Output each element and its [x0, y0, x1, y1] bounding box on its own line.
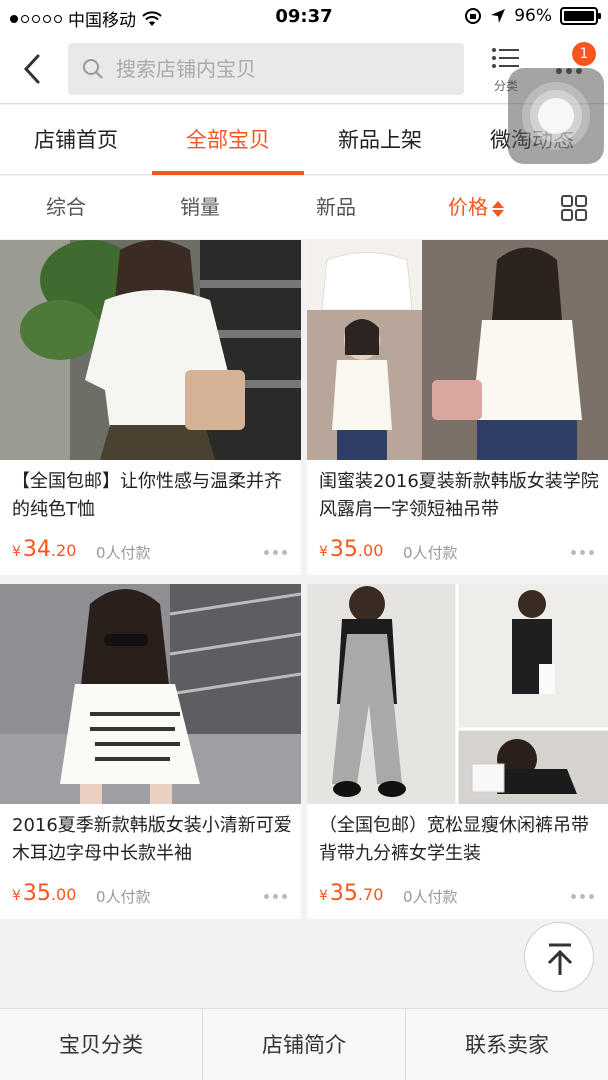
search-input[interactable]	[116, 57, 436, 81]
product-image	[307, 584, 608, 804]
battery-icon	[560, 7, 601, 25]
back-to-top-button[interactable]	[524, 922, 594, 992]
tab-shop-home[interactable]: 店铺首页	[0, 105, 152, 175]
back-arrow-icon[interactable]	[18, 52, 48, 86]
product-card[interactable]: 闺蜜装2016夏装新款韩版女装学院风露肩一字领短袖吊带 ¥35.00 0人付款	[307, 240, 608, 575]
product-image	[0, 584, 301, 804]
product-card[interactable]: 2016夏季新款韩版女装小清新可爱木耳边字母中长款半袖 ¥35.00 0人付款	[0, 584, 301, 919]
search-icon	[83, 59, 103, 79]
status-bar: 中国移动 09:37 96%	[0, 0, 608, 36]
rotation-lock-icon	[465, 8, 482, 24]
sort-bar: 综合 销量 新品 价格	[0, 176, 608, 239]
list-icon	[492, 48, 519, 68]
more-options-icon[interactable]	[264, 894, 287, 899]
product-title[interactable]: 2016夏季新款韩版女装小清新可爱木耳边字母中长款半袖	[12, 812, 292, 868]
sales-count: 0人付款	[403, 544, 458, 562]
bottom-bar: 宝贝分类 店铺简介 联系卖家	[0, 1008, 608, 1080]
sales-count: 0人付款	[96, 888, 151, 906]
product-image	[0, 240, 301, 460]
product-image	[307, 240, 608, 460]
arrow-up-icon	[547, 943, 573, 975]
sort-new[interactable]: 新品	[286, 176, 386, 239]
more-options-icon[interactable]	[264, 550, 287, 555]
notification-badge: 1	[572, 42, 596, 66]
product-title[interactable]: （全国包邮）宽松显瘦休闲裤吊带背带九分裤女学生装	[319, 812, 599, 868]
sort-comprehensive[interactable]: 综合	[16, 176, 116, 239]
location-icon	[491, 9, 506, 23]
sales-count: 0人付款	[403, 888, 458, 906]
sort-price[interactable]: 价格	[426, 176, 526, 239]
product-title[interactable]: 闺蜜装2016夏装新款韩版女装学院风露肩一字领短袖吊带	[319, 468, 599, 524]
bottom-item-shop-intro[interactable]: 店铺简介	[203, 1009, 405, 1080]
search-box[interactable]	[68, 43, 464, 95]
product-price: ¥35.70	[319, 881, 384, 906]
product-price: ¥34.20	[12, 537, 77, 562]
product-card[interactable]: （全国包邮）宽松显瘦休闲裤吊带背带九分裤女学生装 ¥35.70 0人付款	[307, 584, 608, 919]
product-card[interactable]: 【全国包邮】让你性感与温柔并齐的纯色T恤 ¥34.20 0人付款	[0, 240, 301, 575]
product-price: ¥35.00	[12, 881, 77, 906]
bottom-item-categories[interactable]: 宝贝分类	[0, 1009, 202, 1080]
product-price: ¥35.00	[319, 537, 384, 562]
sales-count: 0人付款	[96, 544, 151, 562]
sort-toggle-icon	[492, 200, 504, 217]
more-options-icon[interactable]	[571, 550, 594, 555]
tab-all-items[interactable]: 全部宝贝	[152, 105, 304, 175]
sort-sales[interactable]: 销量	[150, 176, 250, 239]
more-options-icon[interactable]	[571, 894, 594, 899]
assistive-touch-button[interactable]	[508, 68, 604, 164]
bottom-item-contact-seller[interactable]: 联系卖家	[406, 1009, 608, 1080]
sort-price-label: 价格	[448, 195, 488, 219]
tab-new-arrivals[interactable]: 新品上架	[304, 105, 456, 175]
battery-percent: 96%	[514, 6, 552, 26]
product-title[interactable]: 【全国包邮】让你性感与温柔并齐的纯色T恤	[12, 468, 292, 524]
grid-view-icon[interactable]	[561, 195, 587, 221]
active-tab-indicator	[152, 171, 304, 175]
